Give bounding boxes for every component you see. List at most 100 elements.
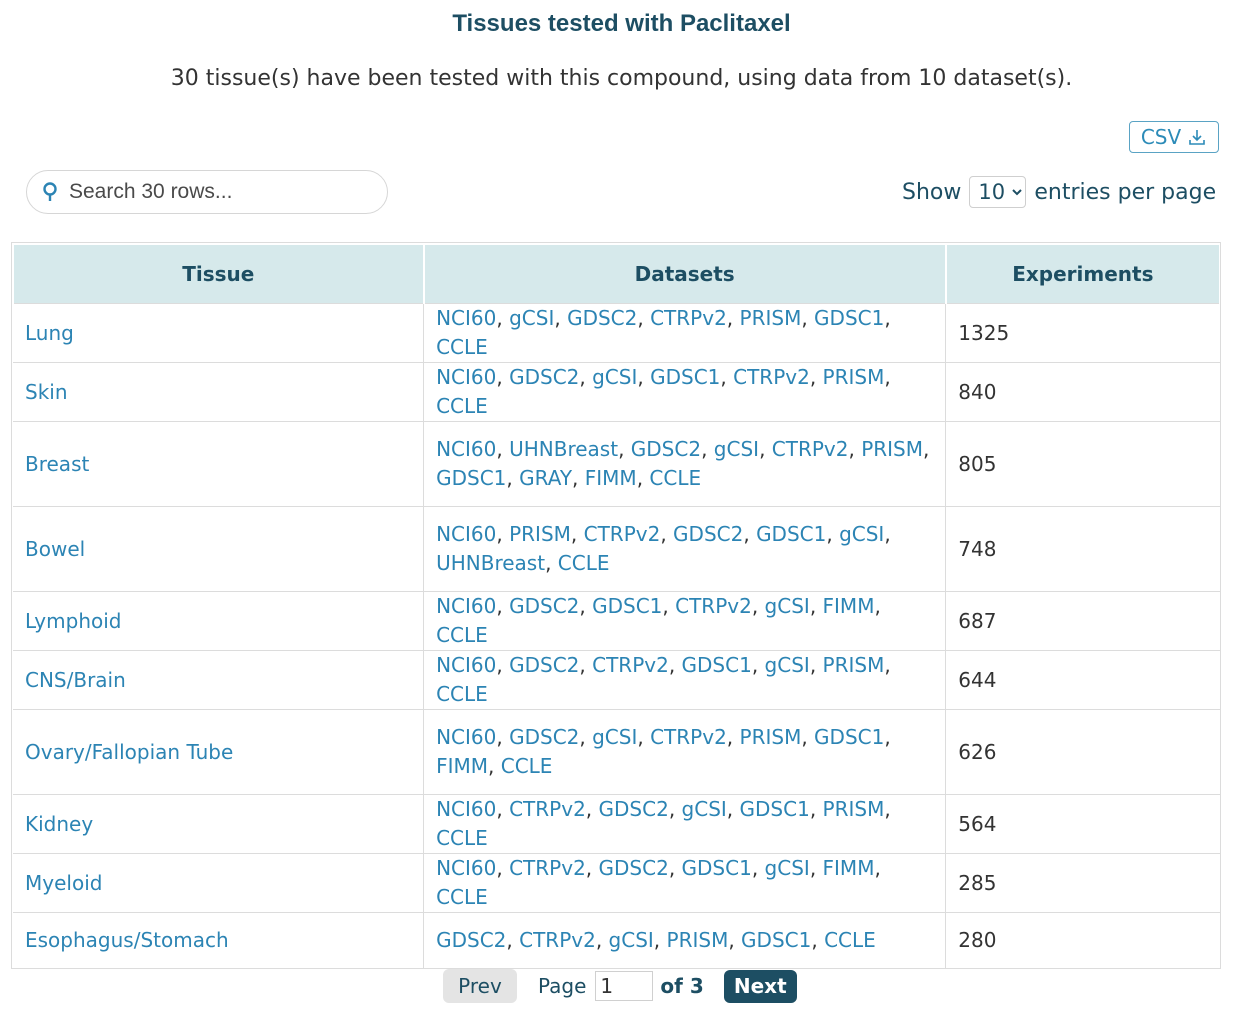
dataset-link[interactable]: CCLE [649, 466, 701, 490]
column-header-datasets[interactable]: Datasets [422, 243, 947, 304]
dataset-link[interactable]: gCSI [714, 437, 759, 461]
dataset-link[interactable]: GDSC2 [509, 653, 579, 677]
dataset-link[interactable]: GDSC1 [756, 522, 826, 546]
dataset-link[interactable]: UHNBreast [509, 437, 618, 461]
dataset-link[interactable]: GDSC1 [741, 928, 811, 952]
dataset-link[interactable]: NCI60 [436, 306, 496, 330]
tissue-link[interactable]: Myeloid [25, 871, 102, 895]
tissue-link[interactable]: Skin [25, 380, 68, 404]
dataset-link[interactable]: FIMM [823, 856, 875, 880]
dataset-link[interactable]: PRISM [740, 725, 802, 749]
tissue-link[interactable]: Lymphoid [25, 609, 121, 633]
tissue-link[interactable]: Lung [25, 321, 74, 345]
dataset-link[interactable]: GDSC1 [650, 365, 720, 389]
dataset-link[interactable]: PRISM [861, 437, 923, 461]
dataset-link[interactable]: gCSI [509, 306, 554, 330]
dataset-link[interactable]: PRISM [823, 653, 885, 677]
entries-select[interactable]: 10 [969, 176, 1027, 208]
dataset-link[interactable]: GRAY [519, 466, 572, 490]
dataset-link[interactable]: PRISM [509, 522, 571, 546]
dataset-link[interactable]: NCI60 [436, 594, 496, 618]
dataset-link[interactable]: NCI60 [436, 522, 496, 546]
search-icon [43, 182, 57, 201]
dataset-link[interactable]: CCLE [558, 551, 610, 575]
dataset-link[interactable]: GDSC1 [814, 725, 884, 749]
dataset-link[interactable]: CCLE [436, 885, 488, 909]
dataset-separator: , [809, 594, 823, 618]
dataset-link[interactable]: gCSI [765, 653, 810, 677]
dataset-link[interactable]: FIMM [436, 754, 488, 778]
dataset-link[interactable]: PRISM [823, 365, 885, 389]
dataset-link[interactable]: PRISM [823, 797, 885, 821]
dataset-link[interactable]: NCI60 [436, 437, 496, 461]
dataset-link[interactable]: FIMM [823, 594, 875, 618]
dataset-link[interactable]: CTRPv2 [592, 653, 669, 677]
dataset-link[interactable]: CCLE [501, 754, 553, 778]
dataset-link[interactable]: NCI60 [436, 725, 496, 749]
dataset-link[interactable]: NCI60 [436, 365, 496, 389]
column-header-experiments[interactable]: Experiments [944, 243, 1220, 304]
dataset-link[interactable]: GDSC1 [436, 466, 506, 490]
dataset-link[interactable]: CTRPv2 [733, 365, 810, 389]
dataset-link[interactable]: CCLE [436, 394, 488, 418]
dataset-link[interactable]: FIMM [585, 466, 637, 490]
dataset-link[interactable]: NCI60 [436, 856, 496, 880]
dataset-link[interactable]: CCLE [436, 335, 488, 359]
dataset-link[interactable]: GDSC2 [509, 725, 579, 749]
tissue-link[interactable]: Kidney [25, 812, 93, 836]
column-header-tissue[interactable]: Tissue [12, 243, 425, 304]
dataset-link[interactable]: CCLE [824, 928, 876, 952]
dataset-link[interactable]: GDSC1 [682, 653, 752, 677]
search-input[interactable] [67, 179, 371, 205]
dataset-link[interactable]: CCLE [436, 682, 488, 706]
table-row: CNS/Brain NCI60, GDSC2, CTRPv2, GDSC1, gC… [13, 650, 1220, 710]
tissue-link[interactable]: Esophagus/Stomach [25, 928, 229, 952]
dataset-link[interactable]: gCSI [592, 725, 637, 749]
dataset-link[interactable]: NCI60 [436, 797, 496, 821]
dataset-link[interactable]: GDSC2 [436, 928, 506, 952]
dataset-link[interactable]: GDSC2 [509, 365, 579, 389]
dataset-link[interactable]: CTRPv2 [509, 797, 586, 821]
dataset-link[interactable]: gCSI [765, 856, 810, 880]
dataset-link[interactable]: GDSC2 [673, 522, 743, 546]
dataset-link[interactable]: UHNBreast [436, 551, 545, 575]
dataset-link[interactable]: GDSC2 [631, 437, 701, 461]
dataset-link[interactable]: GDSC2 [599, 856, 669, 880]
csv-download-button[interactable]: CSV [1129, 121, 1219, 153]
dataset-separator: , [809, 856, 823, 880]
dataset-link[interactable]: gCSI [592, 365, 637, 389]
tissue-link[interactable]: Breast [25, 452, 89, 476]
dataset-link[interactable]: CTRPv2 [650, 725, 727, 749]
dataset-link[interactable]: gCSI [765, 594, 810, 618]
dataset-link[interactable]: gCSI [609, 928, 654, 952]
dataset-link[interactable]: GDSC1 [682, 856, 752, 880]
dataset-link[interactable]: CTRPv2 [772, 437, 849, 461]
dataset-link[interactable]: CTRPv2 [584, 522, 661, 546]
dataset-link[interactable]: GDSC1 [740, 797, 810, 821]
page-number-input[interactable] [595, 971, 654, 1001]
dataset-link[interactable]: GDSC2 [567, 306, 637, 330]
dataset-link[interactable]: GDSC2 [599, 797, 669, 821]
prev-page-button[interactable]: Prev [443, 969, 517, 1003]
next-page-button[interactable]: Next [723, 969, 797, 1003]
dataset-link[interactable]: GDSC1 [814, 306, 884, 330]
dataset-link[interactable]: GDSC1 [592, 594, 662, 618]
dataset-link[interactable]: CTRPv2 [675, 594, 752, 618]
dataset-link[interactable]: gCSI [839, 522, 884, 546]
dataset-link[interactable]: CCLE [436, 623, 488, 647]
dataset-link[interactable]: CTRPv2 [650, 306, 727, 330]
dataset-link[interactable]: CTRPv2 [509, 856, 586, 880]
dataset-link[interactable]: gCSI [682, 797, 727, 821]
dataset-separator: , [570, 522, 584, 546]
dataset-link[interactable]: CCLE [436, 826, 488, 850]
tissue-link[interactable]: Bowel [25, 537, 85, 561]
tissue-link[interactable]: CNS/Brain [25, 668, 126, 692]
dataset-link[interactable]: PRISM [667, 928, 729, 952]
dataset-link[interactable]: NCI60 [436, 653, 496, 677]
search-box[interactable] [26, 170, 388, 214]
dataset-link[interactable]: GDSC2 [509, 594, 579, 618]
dataset-link[interactable]: CTRPv2 [519, 928, 596, 952]
dataset-separator: , [759, 437, 772, 461]
tissue-link[interactable]: Ovary/Fallopian Tube [25, 740, 233, 764]
dataset-link[interactable]: PRISM [740, 306, 802, 330]
